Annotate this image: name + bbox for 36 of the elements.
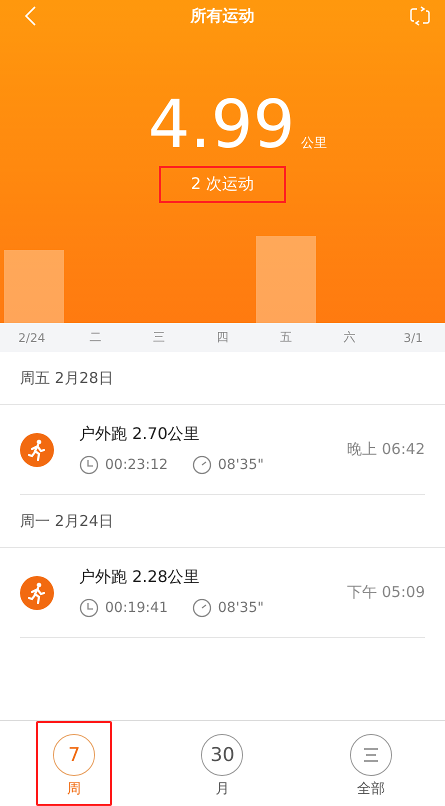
pace: 08'35" <box>218 600 264 616</box>
day-label: 四 <box>215 329 230 346</box>
day-label: 2/24 <box>17 330 46 344</box>
distance-unit: 公里 <box>300 135 327 152</box>
tab-number: 7 <box>68 744 80 766</box>
back-icon[interactable] <box>24 6 36 26</box>
page-title: 所有运动 <box>190 6 254 26</box>
day-label: 三 <box>152 329 166 346</box>
runner-icon <box>20 432 54 466</box>
day-label: 六 <box>342 329 357 346</box>
workout-row[interactable]: 户外跑 2.28公里 00:19:41 08'35" 下午 05:09 <box>20 548 425 638</box>
period-tab[interactable]: 全部 <box>332 721 409 806</box>
day-label: 五 <box>279 329 294 346</box>
clock-icon <box>79 455 99 475</box>
runner-icon <box>20 576 54 610</box>
clock-icon <box>79 598 99 618</box>
pace: 08'35" <box>218 457 264 473</box>
total-distance: 4.99 <box>148 90 295 160</box>
stopwatch-icon <box>192 598 212 618</box>
period-tab[interactable]: 30 月 <box>184 721 260 806</box>
date-header: 周一 2月24日 <box>20 512 114 530</box>
day-label: 3/1 <box>402 330 424 344</box>
duration: 00:23:12 <box>105 457 168 473</box>
date-header: 周五 2月28日 <box>20 368 114 388</box>
workout-title: 户外跑 2.70公里 <box>79 424 201 445</box>
workout-row[interactable]: 户外跑 2.70公里 00:23:12 08'35" 晚上 06:42 <box>20 405 425 495</box>
switch-icon[interactable] <box>409 6 431 26</box>
workout-count: 2 次运动 <box>158 166 286 203</box>
workout-title: 户外跑 2.28公里 <box>79 567 201 588</box>
list-icon <box>362 748 379 762</box>
tab-number: 30 <box>210 744 235 766</box>
stopwatch-icon <box>192 455 212 475</box>
workout-time: 下午 05:09 <box>347 583 425 602</box>
workout-time: 晚上 06:42 <box>347 440 425 459</box>
duration: 00:19:41 <box>105 600 168 616</box>
day-label: 二 <box>88 329 102 346</box>
